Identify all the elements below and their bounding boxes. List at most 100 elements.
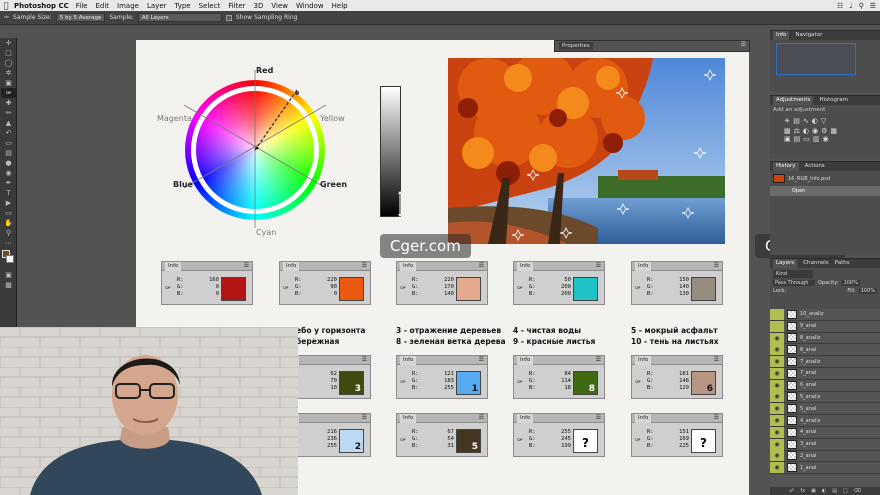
info-panel-12[interactable]: Info ☰ ✑ R: 255 G: 245 B: 199 ? <box>513 413 605 457</box>
visibility-eye-icon[interactable]: ◉ <box>770 462 784 474</box>
quick-mask-icon[interactable]: ▣ <box>1 270 16 280</box>
panel-menu-icon[interactable]: ☰ <box>479 414 484 422</box>
panel-menu-icon[interactable]: ☰ <box>596 414 601 422</box>
brush-tool-icon[interactable]: ✏ <box>1 108 16 118</box>
menu-3d[interactable]: 3D <box>254 2 264 10</box>
layer-row[interactable]: ◉ 5_analiz <box>770 391 880 404</box>
visibility-eye-icon[interactable]: ◉ <box>770 403 784 415</box>
sample-select[interactable]: All Layers <box>137 13 222 22</box>
menu-layer[interactable]: Layer <box>147 2 167 10</box>
brightness-icon[interactable]: ☀ <box>784 117 790 125</box>
info-panel-5[interactable]: Info ☰ ✑ R: 150 G: 140 B: 130 <box>631 261 723 305</box>
menu-select[interactable]: Select <box>199 2 221 10</box>
layer-row[interactable]: 10_analiz <box>770 308 880 321</box>
trash-icon[interactable]: ⌫ <box>854 487 861 495</box>
layer-row[interactable]: ◉ 4_anal <box>770 426 880 439</box>
info-panel-1[interactable]: Info ☰ ✑ R: 160 G: 0 B: 0 <box>161 261 253 305</box>
new-layer-icon[interactable]: □ <box>843 487 848 495</box>
panel-menu-icon[interactable]: ☰ <box>596 262 601 270</box>
info-panel-8[interactable]: Info ☰ ✑ R: 84 G: 114 B: 18 8 <box>513 355 605 399</box>
info-tab[interactable]: Info <box>517 356 534 365</box>
tab-info[interactable]: Info <box>773 31 790 40</box>
visibility-eye-icon[interactable]: ◉ <box>770 332 784 344</box>
curves-icon[interactable]: ∿ <box>803 117 809 125</box>
move-tool-icon[interactable]: ✛ <box>1 38 16 48</box>
history-step-open[interactable]: Open <box>770 186 880 196</box>
apple-icon[interactable]:  <box>0 1 12 10</box>
hand-tool-icon[interactable]: ✋ <box>1 218 16 228</box>
marquee-tool-icon[interactable]: □ <box>1 48 16 58</box>
menu-help[interactable]: Help <box>332 2 348 10</box>
layer-filter-select[interactable]: Kind <box>773 270 813 278</box>
color-balance-icon[interactable]: ⚖ <box>794 127 800 135</box>
tab-channels[interactable]: Channels <box>803 259 828 268</box>
visibility-eye-icon[interactable]: ◉ <box>770 379 784 391</box>
stamp-tool-icon[interactable]: ▲ <box>1 118 16 128</box>
visibility-eye-icon[interactable]: ◉ <box>770 356 784 368</box>
channel-mixer-icon[interactable]: ⚙ <box>821 127 827 135</box>
panel-menu-icon[interactable]: ☰ <box>244 262 249 270</box>
sampling-ring-checkbox[interactable] <box>225 14 232 21</box>
path-select-tool-icon[interactable]: ▶ <box>1 198 16 208</box>
info-tab[interactable]: Info <box>400 414 417 423</box>
lookup-icon[interactable]: ▦ <box>830 127 837 135</box>
exposure-icon[interactable]: ◐ <box>812 117 818 125</box>
info-tab[interactable]: Info <box>635 414 652 423</box>
gradient-map-icon[interactable]: ▥ <box>813 135 820 143</box>
gradient-tool-icon[interactable]: ▤ <box>1 148 16 158</box>
layer-row[interactable]: ◉ 1_anal <box>770 462 880 475</box>
more-tools-icon[interactable]: ⋯ <box>1 238 16 248</box>
invert-icon[interactable]: ▣ <box>784 135 791 143</box>
info-tab[interactable]: Info <box>517 262 534 271</box>
folder-icon[interactable]: ▤ <box>832 487 837 495</box>
menu-type[interactable]: Type <box>175 2 191 10</box>
tab-histogram[interactable]: Histogram <box>819 96 848 105</box>
info-tab[interactable]: Info <box>165 262 182 271</box>
eyedropper-tool-icon[interactable]: ✑ <box>1 88 16 98</box>
layer-row[interactable]: ◉ 7_anal <box>770 367 880 380</box>
menu-filter[interactable]: Filter <box>228 2 245 10</box>
background-color[interactable] <box>6 255 14 263</box>
info-panel-9[interactable]: Info ☰ ✑ R: 181 G: 148 B: 129 6 <box>631 355 723 399</box>
pen-tool-icon[interactable]: ✒ <box>1 178 16 188</box>
tab-history[interactable]: History <box>773 162 799 171</box>
tab-layers[interactable]: Layers <box>773 259 798 268</box>
eyedropper-icon[interactable]: ✑ <box>4 14 9 21</box>
hue-sat-icon[interactable]: ▦ <box>784 127 791 135</box>
layer-row[interactable]: ◉ 6_anal <box>770 379 880 392</box>
panel-menu-icon[interactable]: ☰ <box>714 356 719 364</box>
panel-menu-icon[interactable]: ☰ <box>714 262 719 270</box>
panel-menu-icon[interactable]: ☰ <box>362 414 367 422</box>
healing-tool-icon[interactable]: ✚ <box>1 98 16 108</box>
eraser-tool-icon[interactable]: ▭ <box>1 138 16 148</box>
panel-menu-icon[interactable]: ☰ <box>479 262 484 270</box>
vibrance-icon[interactable]: ▽ <box>821 117 826 125</box>
layer-row[interactable]: 9_anal <box>770 320 880 333</box>
menu-window[interactable]: Window <box>296 2 324 10</box>
visibility-eye-icon[interactable]: ◉ <box>770 426 784 438</box>
info-panel-7[interactable]: Info ☰ ✑ R: 121 G: 183 B: 255 1 <box>396 355 488 399</box>
menu-file[interactable]: File <box>76 2 88 10</box>
panel-menu-icon[interactable]: ☰ <box>362 262 367 270</box>
volume-icon[interactable]: ♩ <box>849 2 852 10</box>
visibility-eye-icon[interactable] <box>770 308 784 320</box>
layer-row[interactable]: ◉ 8_anal <box>770 344 880 357</box>
menu-view[interactable]: View <box>271 2 288 10</box>
info-panel-4[interactable]: Info ☰ ✑ R: 50 G: 200 B: 200 <box>513 261 605 305</box>
info-tab[interactable]: Info <box>400 262 417 271</box>
quick-select-tool-icon[interactable]: ✲ <box>1 68 16 78</box>
visibility-eye-icon[interactable]: ◉ <box>770 391 784 403</box>
fill-input[interactable]: 100% <box>858 288 877 294</box>
info-tab[interactable]: Info <box>635 356 652 365</box>
list-icon[interactable]: ☰ <box>870 2 876 10</box>
type-tool-icon[interactable]: T <box>1 188 16 198</box>
tab-actions[interactable]: Actions <box>805 162 825 171</box>
screen-mode-icon[interactable]: ▩ <box>1 280 16 290</box>
fx-icon[interactable]: fx <box>800 487 805 495</box>
lasso-tool-icon[interactable]: ◯ <box>1 58 16 68</box>
panel-menu-icon[interactable]: ☰ <box>479 356 484 364</box>
menu-image[interactable]: Image <box>117 2 139 10</box>
menu-edit[interactable]: Edit <box>95 2 109 10</box>
layer-row[interactable]: ◉ 4_analiz <box>770 415 880 427</box>
zoom-tool-icon[interactable]: ⚲ <box>1 228 16 238</box>
